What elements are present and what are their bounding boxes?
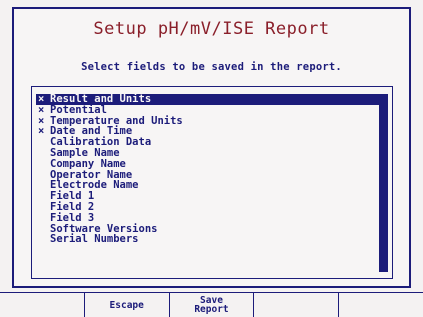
instruction-text: Select fields to be saved in the report. xyxy=(81,61,342,73)
fields-list: × Result and Units × Potential × Temperature … xyxy=(36,94,380,245)
softkey-1[interactable] xyxy=(0,292,84,317)
scrollbar[interactable] xyxy=(379,94,388,272)
softkey-3[interactable]: Save Report xyxy=(168,292,254,317)
field-label: Serial Numbers xyxy=(50,233,139,246)
report-setup-dialog: Setup pH/mV/ISE Report Select fields to … xyxy=(12,7,411,288)
dialog-title: Setup pH/mV/ISE Report xyxy=(93,19,330,39)
field-item[interactable]: Serial Numbers xyxy=(36,234,380,245)
softkey-bar: Escape Save Report xyxy=(0,292,423,317)
screen: Setup pH/mV/ISE Report Select fields to … xyxy=(0,0,423,317)
checkbox-mark-icon: × xyxy=(38,125,45,138)
fields-listbox[interactable]: × Result and Units × Potential × Temperature … xyxy=(31,86,393,279)
softkey-5[interactable] xyxy=(338,292,423,317)
softkey-2[interactable]: Escape xyxy=(83,292,169,317)
softkey-label: Escape xyxy=(109,299,144,311)
softkey-4[interactable] xyxy=(253,292,339,317)
checkbox-mark-icon: × xyxy=(38,103,45,116)
softkey-label: Save Report xyxy=(194,295,229,315)
